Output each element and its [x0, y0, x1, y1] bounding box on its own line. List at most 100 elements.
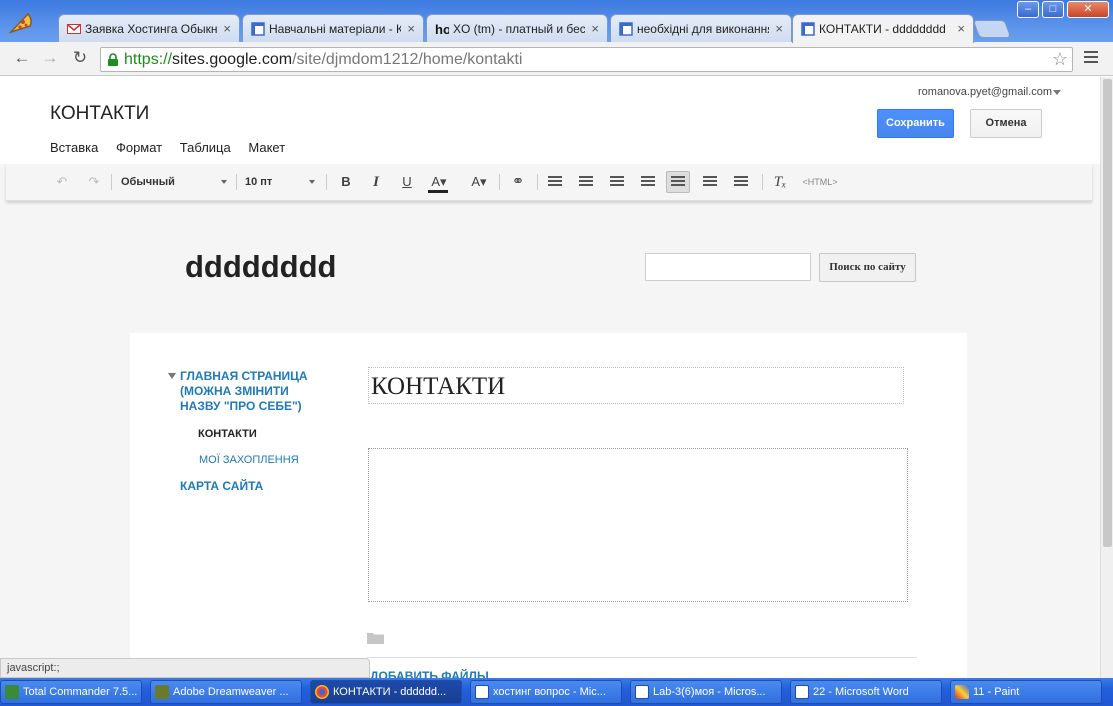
- scrollbar[interactable]: [1100, 77, 1113, 678]
- page-body-editor[interactable]: [368, 448, 908, 602]
- tab-label: Заявка Хостинга Обыкно: [85, 22, 217, 36]
- align-center-icon[interactable]: [703, 176, 717, 188]
- lock-icon: [108, 53, 118, 66]
- scrollbar-thumb[interactable]: [1103, 79, 1112, 547]
- tab-materials[interactable]: Навчальні матеріали - Ко ×: [242, 14, 424, 42]
- site-search-input[interactable]: [645, 253, 811, 281]
- page-title: КОНТАКТИ: [50, 103, 150, 124]
- tab-required[interactable]: необхідні для виконання ×: [610, 14, 792, 42]
- indent-less-icon[interactable]: [641, 176, 655, 188]
- undo-icon[interactable]: ↶: [52, 171, 72, 193]
- tab-strip: Заявка Хостинга Обыкно × Навчальні матер…: [0, 0, 1113, 43]
- bulleted-list-icon[interactable]: [579, 176, 593, 188]
- site-title: dddddddd: [185, 249, 337, 284]
- close-tab-icon[interactable]: ×: [775, 21, 783, 36]
- user-email[interactable]: romanova.pyet@gmail.com: [918, 86, 1052, 98]
- toolbar-divider: [326, 174, 327, 190]
- menu-table[interactable]: Таблица: [180, 140, 231, 155]
- forward-button[interactable]: →: [40, 49, 60, 69]
- back-button[interactable]: ←: [12, 49, 32, 69]
- sites-icon: [619, 22, 633, 36]
- chrome-icon: [315, 685, 329, 699]
- close-tab-icon[interactable]: ×: [591, 21, 599, 36]
- tab-hosting[interactable]: ho XO (tm) - платный и бесп ×: [426, 14, 608, 42]
- tab-label: Навчальні матеріали - Ко: [269, 22, 401, 36]
- close-tab-icon[interactable]: ×: [407, 21, 415, 36]
- menu-icon[interactable]: [1084, 51, 1098, 65]
- paint-icon: [955, 685, 969, 699]
- sidebar-item-contacts[interactable]: КОНТАКТИ: [198, 427, 257, 442]
- text-color-icon[interactable]: A▾: [426, 171, 452, 193]
- page-content: ГЛАВНАЯ СТРАНИЦА (МОЖНА ЗМІНИТИ НАЗВУ "П…: [130, 333, 967, 678]
- numbered-list-icon[interactable]: [548, 176, 562, 188]
- new-tab-button[interactable]: [972, 20, 1012, 38]
- menu-layout[interactable]: Макет: [248, 140, 285, 155]
- taskbar-item-word-lab[interactable]: Lab-3(6)моя - Micros...: [630, 680, 782, 704]
- browser-toolbar: ← → ↻ https://sites.google.com/site/djmd…: [0, 42, 1113, 76]
- reload-button[interactable]: ↻: [70, 49, 90, 69]
- taskbar-item-word-hosting[interactable]: хостинг вопрос - Mic...: [470, 680, 622, 704]
- tab-label: XO (tm) - платный и бесп: [453, 22, 585, 36]
- bold-icon[interactable]: B: [336, 171, 356, 193]
- align-right-icon[interactable]: [734, 176, 748, 188]
- taskbar: Total Commander 7.5... Adobe Dreamweaver…: [0, 678, 1113, 706]
- sidebar-item-hobbies[interactable]: МОЇ ЗАХОПЛЕННЯ: [199, 453, 299, 468]
- toolbar-divider: [499, 174, 500, 190]
- indent-more-icon[interactable]: [610, 176, 624, 188]
- word-icon: [475, 685, 489, 699]
- chevron-down-icon[interactable]: [1053, 90, 1061, 95]
- taskbar-item-paint[interactable]: 11 - Paint: [950, 680, 1102, 704]
- maximize-button[interactable]: □: [1042, 1, 1064, 18]
- status-bar: javascript:;: [0, 658, 370, 678]
- tab-label: КОНТАКТИ - dddddddd: [819, 22, 946, 36]
- word-icon: [795, 685, 809, 699]
- collapse-triangle-icon[interactable]: [168, 373, 176, 379]
- editor-menubar: Вставка Формат Таблица Макет: [50, 140, 299, 155]
- word-icon: [635, 685, 649, 699]
- toolbar-divider: [762, 174, 763, 190]
- page-heading: КОНТАКТИ: [371, 373, 506, 400]
- link-icon[interactable]: ⚭: [508, 171, 528, 193]
- tab-contacts[interactable]: КОНТАКТИ - dddddddd ×: [792, 14, 974, 43]
- close-tab-icon[interactable]: ×: [957, 21, 965, 36]
- taskbar-item-total-commander[interactable]: Total Commander 7.5...: [0, 680, 142, 704]
- add-files-link[interactable]: ДОБАВИТЬ ФАЙЛЫ: [370, 669, 489, 678]
- clear-formatting-icon[interactable]: Tₓ: [770, 171, 790, 193]
- menu-format[interactable]: Формат: [116, 140, 162, 155]
- underline-icon[interactable]: U: [397, 171, 417, 193]
- sidebar-item-home[interactable]: ГЛАВНАЯ СТРАНИЦА (МОЖНА ЗМІНИТИ НАЗВУ "П…: [180, 369, 330, 414]
- format-toolbar: ↶ ↷ Обычный 10 пт B I U A▾ A▾ ⚭ Tₓ <HTML…: [6, 164, 1092, 201]
- tab-gmail[interactable]: Заявка Хостинга Обыкно ×: [58, 14, 240, 42]
- cancel-button[interactable]: Отмена: [970, 109, 1042, 138]
- style-select[interactable]: Обычный: [121, 171, 227, 193]
- taskbar-item-dreamweaver[interactable]: Adobe Dreamweaver ...: [150, 680, 302, 704]
- toolbar-divider: [537, 174, 538, 190]
- align-left-icon[interactable]: [666, 171, 690, 193]
- menu-insert[interactable]: Вставка: [50, 140, 98, 155]
- taskbar-item-word-22[interactable]: 22 - Microsoft Word: [790, 680, 942, 704]
- svg-text:ho: ho: [435, 22, 449, 36]
- close-window-button[interactable]: ✕: [1067, 1, 1109, 18]
- pizza-icon: [8, 12, 32, 34]
- page-heading-box[interactable]: КОНТАКТИ: [368, 367, 904, 404]
- italic-icon[interactable]: I: [366, 171, 386, 193]
- site-search-button[interactable]: Поиск по сайту: [819, 253, 916, 282]
- gmail-icon: [67, 24, 81, 34]
- toolbar-divider: [236, 174, 237, 190]
- font-size-select[interactable]: 10 пт: [245, 171, 315, 193]
- close-tab-icon[interactable]: ×: [223, 21, 231, 36]
- address-bar[interactable]: https://sites.google.com/site/djmdom1212…: [100, 47, 1073, 72]
- folder-icon: [367, 633, 384, 644]
- star-icon[interactable]: ☆: [1052, 49, 1068, 70]
- toolbar-divider: [111, 174, 112, 190]
- save-button[interactable]: Сохранить: [877, 109, 954, 138]
- html-button[interactable]: <HTML>: [798, 171, 842, 193]
- sidebar-item-sitemap[interactable]: КАРТА САЙТА: [180, 479, 263, 494]
- highlight-color-icon[interactable]: A▾: [466, 171, 492, 193]
- browser-window: Заявка Хостинга Обыкно × Навчальні матер…: [0, 0, 1113, 678]
- redo-icon[interactable]: ↷: [84, 171, 104, 193]
- taskbar-item-chrome[interactable]: КОНТАКТИ - dddddd...: [310, 680, 462, 704]
- minimize-button[interactable]: –: [1017, 1, 1039, 18]
- tab-label: необхідні для виконання: [637, 22, 769, 36]
- sites-icon: [251, 22, 265, 36]
